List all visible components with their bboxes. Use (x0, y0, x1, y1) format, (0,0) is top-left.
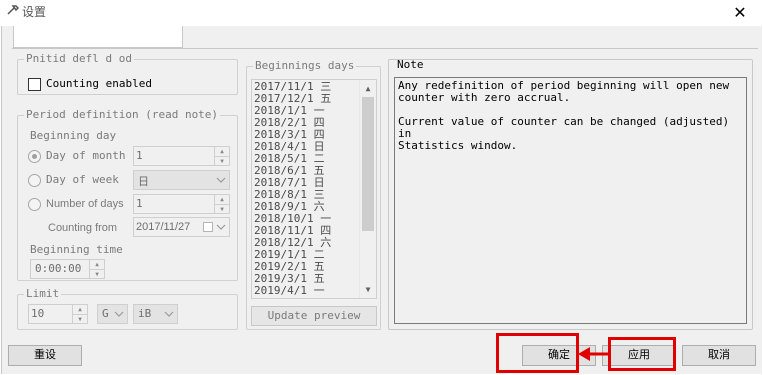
stepper-arrows[interactable]: ▲ ▼ (72, 305, 87, 323)
calendar-checkbox[interactable] (203, 222, 213, 232)
number-of-days-label: Number of days (46, 198, 124, 210)
beginnings-legend: Beginnings days (253, 59, 357, 73)
dialog-body: Pnitid defl d od Counting enabled Period… (1, 26, 762, 374)
stepper-up-icon[interactable]: ▲ (215, 147, 229, 156)
beginning-time-stepper[interactable]: 0:00:00 ▲ ▼ (30, 259, 105, 279)
update-preview-button[interactable]: Update preview (251, 306, 377, 326)
tab-divider (12, 48, 758, 49)
day-of-week-radio[interactable] (28, 174, 41, 187)
reset-button[interactable]: 重设 (8, 345, 82, 366)
note-legend: Note (397, 58, 424, 71)
number-of-days-value: 1 (136, 197, 143, 210)
period-settings-legend: Period definition (read note) (24, 108, 221, 122)
scroll-thumb[interactable] (362, 97, 374, 231)
limit-unit-suffix: iB (138, 307, 152, 320)
day-of-week-label: Day of week (46, 173, 119, 186)
scroll-up-icon[interactable]: ▲ (360, 80, 376, 97)
note-group: Note Any redefinition of period beginnin… (388, 58, 753, 330)
beginning-time-label: Beginning time (30, 243, 123, 256)
counting-from-value: 2017/11/27 (136, 221, 191, 233)
stepper-down-icon[interactable]: ▼ (73, 314, 87, 323)
day-of-month-label: Day of month (46, 149, 126, 162)
highlight-box-apply (608, 337, 676, 371)
chevron-down-icon (114, 311, 124, 317)
limit-group: Limit 10 ▲ ▼ G iB (17, 287, 238, 330)
scroll-down-icon[interactable]: ▼ (360, 281, 376, 298)
note-text: Any redefinition of period beginning wil… (394, 77, 747, 324)
chevron-down-icon (216, 224, 226, 230)
wrench-icon (7, 5, 20, 15)
day-of-week-select[interactable]: 日 (133, 170, 230, 190)
period-settings-group: Period definition (read note) Beginning … (17, 108, 238, 281)
tab-active[interactable] (13, 26, 183, 48)
period-definition-group: Pnitid defl d od Counting enabled (17, 52, 238, 95)
note-line-3: Current value of counter can be changed … (398, 115, 736, 140)
stepper-arrows[interactable]: ▲ ▼ (214, 195, 229, 213)
note-line-2: counter with zero accrual. (398, 91, 571, 104)
limit-legend: Limit (24, 287, 62, 301)
stepper-arrows[interactable]: ▲ ▼ (214, 147, 229, 165)
day-of-month-stepper[interactable]: 1 ▲ ▼ (133, 146, 230, 166)
limit-unit-prefix: G (102, 307, 109, 320)
stepper-up-icon[interactable]: ▲ (90, 260, 104, 269)
beginnings-list-item[interactable]: 2019/4/1 一 (252, 285, 376, 297)
beginning-time-value: 0:00:00 (35, 262, 82, 275)
counting-from-date-picker[interactable]: 2017/11/27 (133, 217, 230, 237)
number-of-days-radio[interactable] (28, 198, 41, 211)
day-of-month-value: 1 (136, 149, 143, 162)
note-line-4: Statistics window. (398, 139, 518, 152)
title-bar: 设置 ✕ (0, 0, 763, 26)
counting-from-label: Counting from (48, 222, 118, 234)
beginning-day-label: Beginning day (30, 129, 117, 142)
limit-unit-suffix-select[interactable]: iB (133, 304, 178, 324)
chevron-down-icon (216, 177, 226, 183)
stepper-arrows[interactable]: ▲ ▼ (89, 260, 104, 278)
stepper-down-icon[interactable]: ▼ (215, 204, 229, 213)
highlight-box-ok (496, 333, 579, 373)
counting-enabled-checkbox[interactable] (28, 78, 41, 91)
period-definition-legend: Pnitid defl d od (24, 52, 134, 66)
day-of-week-value: 日 (138, 176, 149, 188)
limit-value: 10 (31, 307, 45, 320)
beginnings-list[interactable]: 2017/11/1 三 2017/12/1 五 2018/1/1 一 2018/2/1… (251, 79, 377, 299)
chevron-down-icon (164, 311, 174, 317)
stepper-down-icon[interactable]: ▼ (215, 156, 229, 165)
close-button[interactable]: ✕ (717, 0, 763, 26)
day-of-month-radio[interactable] (28, 150, 41, 163)
number-of-days-stepper[interactable]: 1 ▲ ▼ (133, 194, 230, 214)
beginnings-items: 2017/11/1 三 2017/12/1 五 2018/1/1 一 2018/2/1… (252, 80, 376, 297)
stepper-up-icon[interactable]: ▲ (73, 305, 87, 314)
stepper-down-icon[interactable]: ▼ (90, 269, 104, 278)
arrow-left-icon (578, 347, 610, 361)
limit-unit-prefix-select[interactable]: G (97, 304, 128, 324)
cancel-button[interactable]: 取消 (682, 345, 756, 366)
list-scrollbar[interactable]: ▲ ▼ (359, 80, 376, 298)
beginnings-group: Beginnings days 2017/11/1 三 2017/12/1 五 20… (246, 59, 381, 330)
limit-value-stepper[interactable]: 10 ▲ ▼ (28, 304, 88, 324)
stepper-up-icon[interactable]: ▲ (215, 195, 229, 204)
counting-enabled-label: Counting enabled (46, 77, 152, 90)
window-title: 设置 (22, 5, 47, 19)
